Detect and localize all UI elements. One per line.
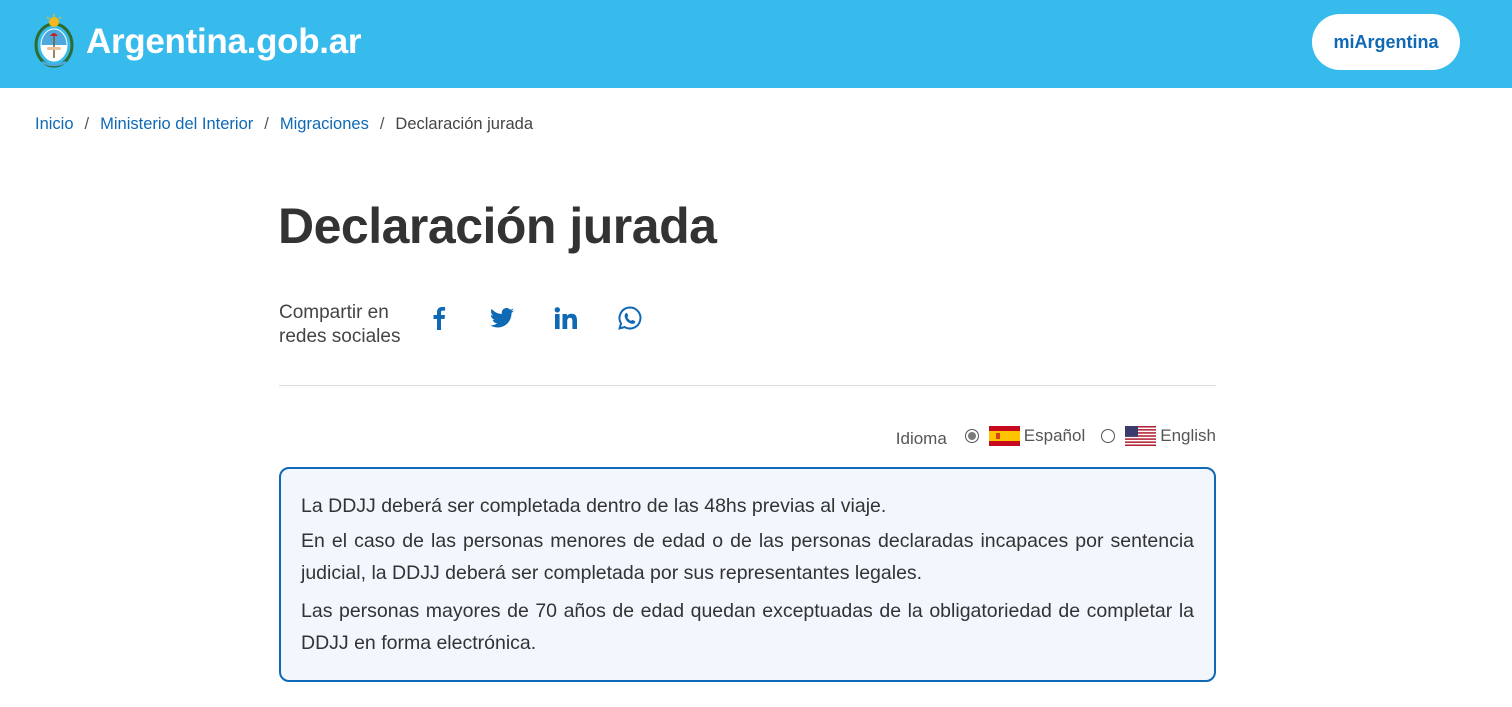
site-header: Argentina.gob.ar miArgentina (0, 0, 1512, 88)
share-label: Compartir en redes sociales (279, 302, 401, 347)
breadcrumb-current: Declaración jurada (395, 115, 533, 133)
mi-argentina-button[interactable]: miArgentina (1312, 14, 1460, 70)
breadcrumb-separator: / (264, 115, 269, 133)
section-divider (279, 385, 1216, 386)
radio-english[interactable] (1101, 429, 1116, 443)
share-linkedin-button[interactable] (553, 305, 579, 331)
language-option-english[interactable]: English (1101, 426, 1216, 446)
language-selector: Idioma Español English (895, 426, 1216, 448)
breadcrumb-link-migraciones[interactable]: Migraciones (280, 114, 369, 134)
language-label: Idioma (895, 429, 947, 448)
linkedin-icon (554, 307, 577, 329)
notice-paragraph: En el caso de las personas menores de ed… (301, 530, 1194, 584)
facebook-icon (433, 307, 446, 330)
site-name: Argentina.gob.ar (86, 21, 362, 61)
breadcrumb-link-inicio[interactable]: Inicio (35, 114, 74, 134)
share-twitter-button[interactable] (489, 305, 515, 331)
notice-paragraph: La DDJJ deberá ser completada dentro de … (301, 495, 887, 517)
spain-flag-icon (988, 426, 1020, 446)
ddjj-notice-box: La DDJJ deberá ser completada dentro de … (279, 467, 1216, 682)
usa-flag-icon (1125, 426, 1157, 446)
share-whatsapp-button[interactable] (617, 305, 643, 331)
site-logo-link[interactable]: Argentina.gob.ar (34, 14, 362, 68)
language-option-spanish[interactable]: Español (964, 426, 1086, 446)
notice-paragraph: Las personas mayores de 70 años de edad … (301, 600, 1194, 654)
whatsapp-icon (618, 306, 642, 330)
radio-spanish[interactable] (964, 429, 979, 443)
argentina-coat-of-arms-icon (34, 14, 74, 68)
breadcrumb-separator: / (84, 115, 90, 133)
page-title: Declaración jurada (278, 198, 717, 254)
breadcrumb-separator: / (379, 115, 385, 133)
share-facebook-button[interactable] (426, 305, 452, 331)
breadcrumb-link-ministerio[interactable]: Ministerio del Interior (100, 114, 253, 134)
breadcrumb: Inicio / Ministerio del Interior / Migra… (35, 114, 533, 134)
language-name-spanish: Español (1023, 426, 1086, 445)
twitter-icon (490, 308, 514, 328)
language-name-english: English (1160, 426, 1216, 445)
